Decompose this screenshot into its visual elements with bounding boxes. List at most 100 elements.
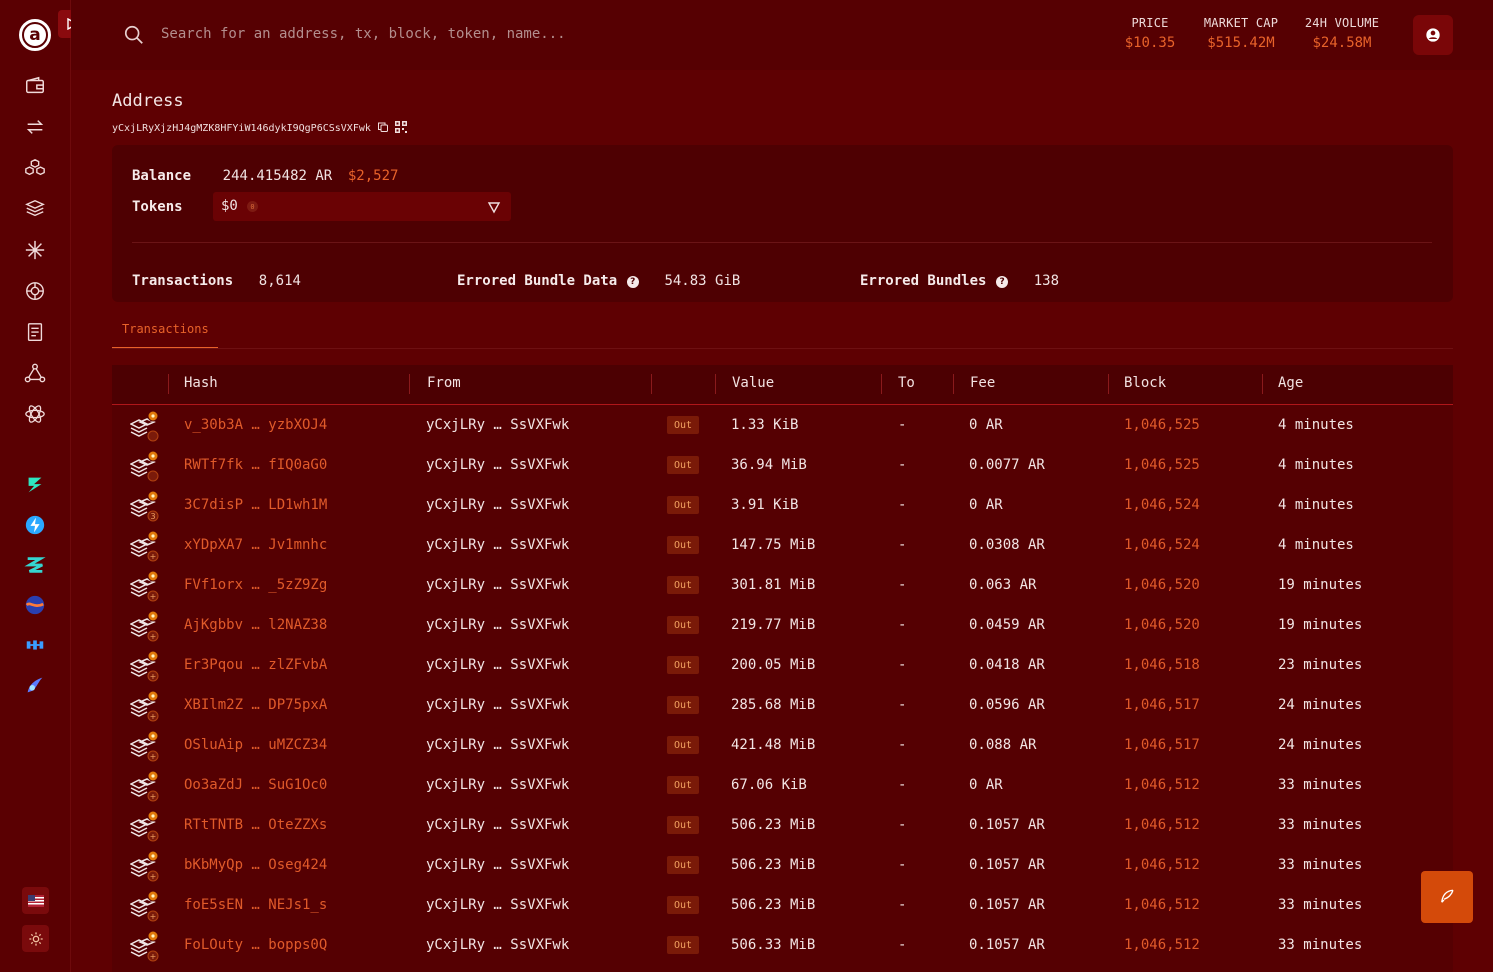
block-link[interactable]: 1,046,520: [1124, 577, 1200, 593]
from-address-link[interactable]: yCxjLRy … SsVXFwk: [426, 737, 569, 753]
app-logo[interactable]: a: [19, 19, 51, 51]
tx-hash-link[interactable]: OSluAip … uMZCZ34: [184, 737, 327, 753]
table-row[interactable]: v_30b3A … yzbXOJ4 yCxjLRy … SsVXFwk Out …: [112, 405, 1453, 445]
tx-hash-link[interactable]: Er3Pqou … zlZFvbA: [184, 657, 327, 673]
stripes-app-icon[interactable]: [23, 553, 47, 577]
sparkle-icon[interactable]: [23, 238, 47, 262]
block-link[interactable]: 1,046,524: [1124, 497, 1200, 513]
from-address-link[interactable]: yCxjLRy … SsVXFwk: [426, 697, 569, 713]
network-icon[interactable]: [23, 361, 47, 385]
block-link[interactable]: 1,046,512: [1124, 817, 1200, 833]
block-link[interactable]: 1,046,512: [1124, 777, 1200, 793]
tx-hash-link[interactable]: AjKgbbv … l2NAZ38: [184, 617, 327, 633]
qr-code-icon[interactable]: [394, 121, 407, 136]
help-icon[interactable]: ?: [996, 276, 1009, 288]
bolt-app-icon[interactable]: [23, 473, 47, 497]
language-flag-icon[interactable]: [22, 887, 49, 914]
table-row[interactable]: RWTf7fk … fIQ0aG0 yCxjLRy … SsVXFwk Out …: [112, 445, 1453, 485]
block-link[interactable]: 1,046,517: [1124, 697, 1200, 713]
from-address-link[interactable]: yCxjLRy … SsVXFwk: [426, 537, 569, 553]
tx-hash-link[interactable]: RWTf7fk … fIQ0aG0: [184, 457, 327, 473]
tx-age: 19 minutes: [1278, 617, 1363, 633]
table-row[interactable]: + FoLOuty … bopps0Q yCxjLRy … SsVXFwk Ou…: [112, 925, 1453, 965]
tx-value: 506.23 MiB: [731, 857, 816, 873]
address-text: yCxjLRyXjzHJ4gMZK8HFYiW146dykI9QgP6CSsVX…: [112, 123, 371, 134]
wallet-icon[interactable]: [23, 74, 47, 98]
swirl-app-icon[interactable]: [23, 673, 47, 697]
wave-app-icon[interactable]: [23, 593, 47, 617]
tx-hash-link[interactable]: RTtTNTB … OteZZXs: [184, 817, 327, 833]
svg-text:+: +: [150, 672, 157, 681]
target-icon[interactable]: [23, 279, 47, 303]
header-to[interactable]: To: [898, 375, 915, 391]
header-fee[interactable]: Fee: [970, 375, 995, 391]
tokens-dropdown[interactable]: $0 0: [213, 192, 511, 221]
balance-row: Balance 244.415482 AR $2,527: [132, 165, 398, 184]
table-row[interactable]: + FVf1orx … _5zZ9Zg yCxjLRy … SsVXFwk Ou…: [112, 565, 1453, 605]
user-account-button[interactable]: [1413, 15, 1453, 55]
table-row[interactable]: + XBIlm2Z … DP75pxA yCxjLRy … SsVXFwk Ou…: [112, 685, 1453, 725]
from-address-link[interactable]: yCxjLRy … SsVXFwk: [426, 497, 569, 513]
feedback-quill-button[interactable]: [1421, 871, 1473, 923]
tx-hash-link[interactable]: XBIlm2Z … DP75pxA: [184, 697, 327, 713]
tx-hash-link[interactable]: xYDpXA7 … Jv1mnhc: [184, 537, 327, 553]
block-link[interactable]: 1,046,524: [1124, 537, 1200, 553]
from-address-link[interactable]: yCxjLRy … SsVXFwk: [426, 457, 569, 473]
from-address-link[interactable]: yCxjLRy … SsVXFwk: [426, 857, 569, 873]
block-link[interactable]: 1,046,525: [1124, 417, 1200, 433]
table-row[interactable]: + bKbMyQp … Oseg424 yCxjLRy … SsVXFwk Ou…: [112, 845, 1453, 885]
table-row[interactable]: + AjKgbbv … l2NAZ38 yCxjLRy … SsVXFwk Ou…: [112, 605, 1453, 645]
block-link[interactable]: 1,046,520: [1124, 617, 1200, 633]
block-link[interactable]: 1,046,512: [1124, 857, 1200, 873]
table-row[interactable]: + foE5sEN … NEJs1_s yCxjLRy … SsVXFwk Ou…: [112, 885, 1453, 925]
from-address-link[interactable]: yCxjLRy … SsVXFwk: [426, 657, 569, 673]
theme-toggle-sun-icon[interactable]: [22, 925, 49, 952]
tx-fee: 0.0077 AR: [969, 457, 1045, 473]
table-row[interactable]: 3 3C7disP … LD1wh1M yCxjLRy … SsVXFwk Ou…: [112, 485, 1453, 525]
tx-age: 19 minutes: [1278, 577, 1363, 593]
block-link[interactable]: 1,046,525: [1124, 457, 1200, 473]
document-icon[interactable]: [23, 320, 47, 344]
table-row[interactable]: + Oo3aZdJ … SuG1Oc0 yCxjLRy … SsVXFwk Ou…: [112, 765, 1453, 805]
copy-icon[interactable]: [377, 121, 389, 136]
help-icon[interactable]: ?: [626, 276, 639, 288]
from-address-link[interactable]: yCxjLRy … SsVXFwk: [426, 817, 569, 833]
header-from[interactable]: From: [427, 375, 461, 391]
tx-hash-link[interactable]: FVf1orx … _5zZ9Zg: [184, 577, 327, 593]
from-address-link[interactable]: yCxjLRy … SsVXFwk: [426, 617, 569, 633]
block-link[interactable]: 1,046,517: [1124, 737, 1200, 753]
transfer-icon[interactable]: [23, 115, 47, 139]
tx-hash-link[interactable]: FoLOuty … bopps0Q: [184, 937, 327, 953]
block-link[interactable]: 1,046,518: [1124, 657, 1200, 673]
layers-icon[interactable]: [23, 197, 47, 221]
from-address-link[interactable]: yCxjLRy … SsVXFwk: [426, 417, 569, 433]
from-address-link[interactable]: yCxjLRy … SsVXFwk: [426, 937, 569, 953]
block-link[interactable]: 1,046,512: [1124, 897, 1200, 913]
tab-transactions[interactable]: Transactions: [112, 322, 218, 349]
search-input[interactable]: [161, 22, 761, 46]
table-row[interactable]: + xYDpXA7 … Jv1mnhc yCxjLRy … SsVXFwk Ou…: [112, 525, 1453, 565]
header-block[interactable]: Block: [1124, 375, 1166, 391]
transactions-table: Hash From Value To Fee Block Age v_30b3A…: [112, 365, 1453, 972]
block-link[interactable]: 1,046,512: [1124, 937, 1200, 953]
tx-hash-link[interactable]: foE5sEN … NEJs1_s: [184, 897, 327, 913]
tx-hash-link[interactable]: 3C7disP … LD1wh1M: [184, 497, 327, 513]
table-row[interactable]: + Er3Pqou … zlZFvbA yCxjLRy … SsVXFwk Ou…: [112, 645, 1453, 685]
cubes-icon[interactable]: [23, 156, 47, 180]
tx-hash-link[interactable]: Oo3aZdJ … SuG1Oc0: [184, 777, 327, 793]
table-header: Hash From Value To Fee Block Age: [112, 365, 1453, 405]
header-value[interactable]: Value: [732, 375, 774, 391]
tx-hash-link[interactable]: v_30b3A … yzbXOJ4: [184, 417, 327, 433]
lightning-app-icon[interactable]: [23, 513, 47, 537]
volume-value: $24.58M: [1312, 35, 1372, 51]
from-address-link[interactable]: yCxjLRy … SsVXFwk: [426, 577, 569, 593]
atom-icon[interactable]: [23, 402, 47, 426]
from-address-link[interactable]: yCxjLRy … SsVXFwk: [426, 897, 569, 913]
link-app-icon[interactable]: [23, 633, 47, 657]
tx-hash-link[interactable]: bKbMyQp … Oseg424: [184, 857, 327, 873]
from-address-link[interactable]: yCxjLRy … SsVXFwk: [426, 777, 569, 793]
table-row[interactable]: + OSluAip … uMZCZ34 yCxjLRy … SsVXFwk Ou…: [112, 725, 1453, 765]
header-hash[interactable]: Hash: [184, 375, 218, 391]
table-row[interactable]: + RTtTNTB … OteZZXs yCxjLRy … SsVXFwk Ou…: [112, 805, 1453, 845]
header-age[interactable]: Age: [1278, 375, 1303, 391]
